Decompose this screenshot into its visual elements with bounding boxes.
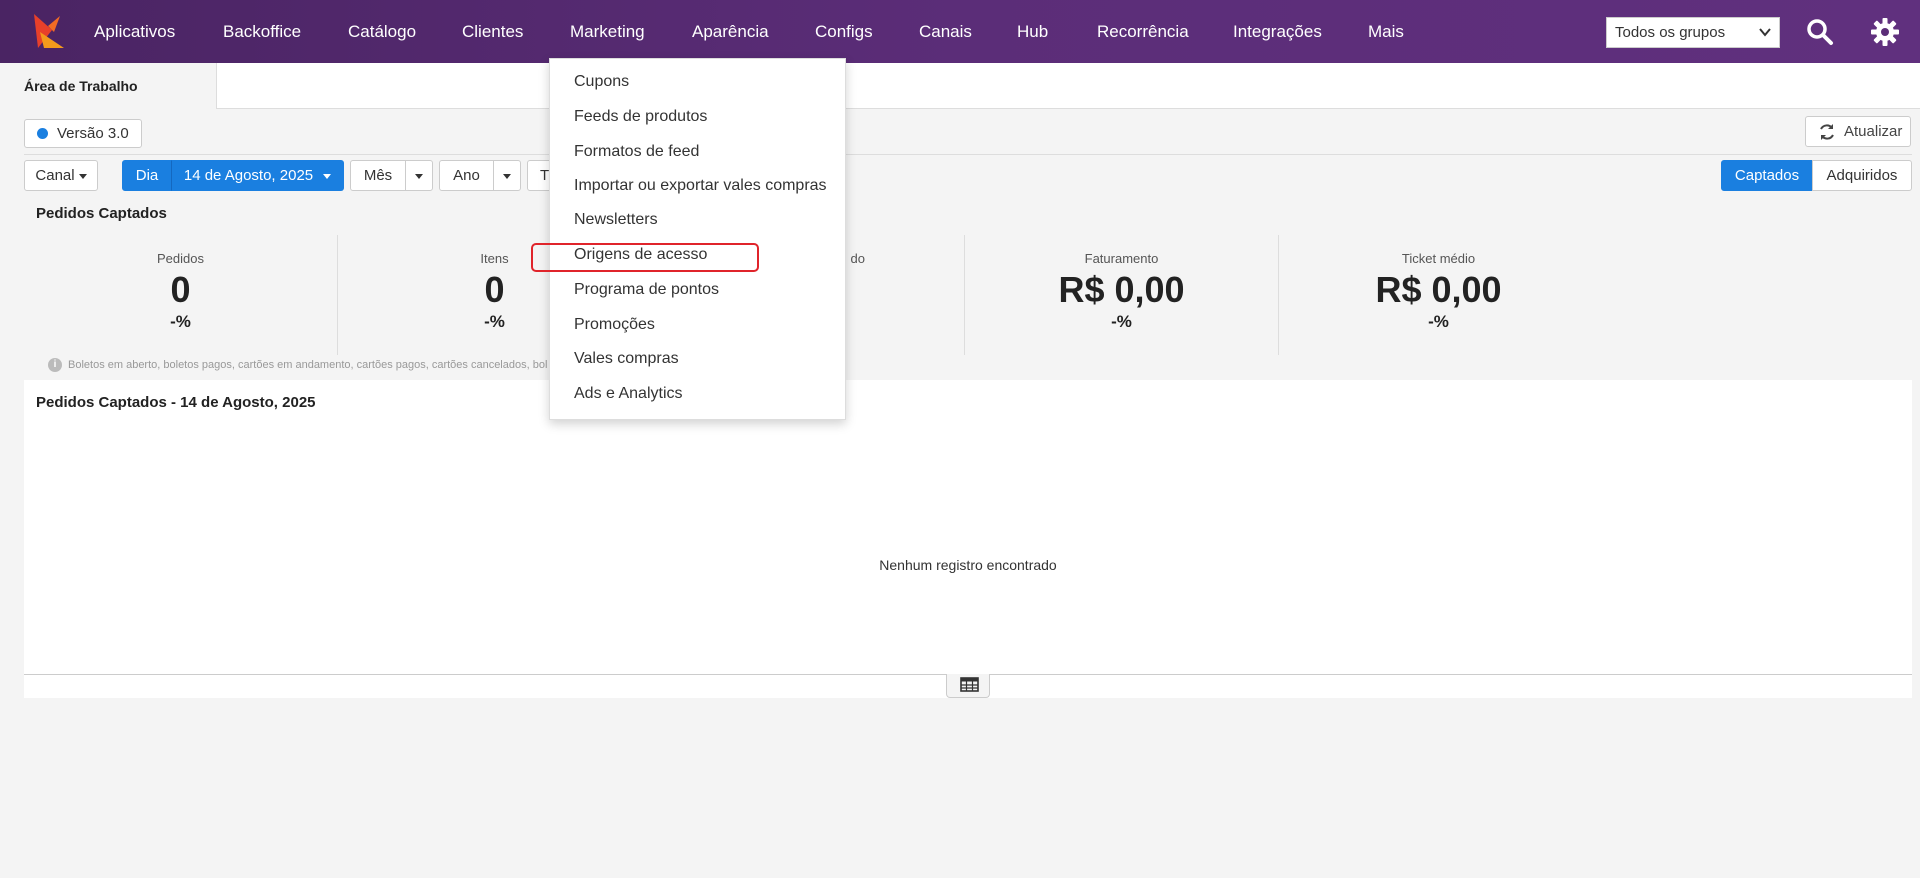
menu-item-programa-de-pontos[interactable]: Programa de pontos	[574, 281, 719, 299]
logo-icon[interactable]	[30, 12, 66, 52]
menu-item-cupons[interactable]: Cupons	[574, 73, 629, 91]
mes-label: Mês	[363, 167, 393, 184]
refresh-icon	[1820, 124, 1834, 140]
date-label: 14 de Agosto, 2025	[183, 167, 314, 184]
ano-button[interactable]: Ano	[439, 160, 494, 191]
canal-dropdown[interactable]: Canal	[24, 160, 98, 191]
table-icon	[960, 677, 979, 692]
divider	[24, 154, 1912, 155]
ano-dropdown-toggle[interactable]	[493, 160, 521, 191]
stat-value: 0	[170, 269, 191, 310]
adquiridos-label: Adquiridos	[1826, 167, 1898, 184]
caret-down-icon	[503, 173, 511, 179]
version-label: Versão 3.0	[57, 125, 129, 142]
gear-icon[interactable]	[1869, 16, 1901, 48]
menu-item-formatos-de-feed[interactable]: Formatos de feed	[574, 143, 699, 161]
captados-label: Captados	[1734, 167, 1800, 184]
group-select-value: Todos os grupos	[1615, 24, 1726, 41]
stat-ticket-medio: Ticket médio R$ 0,00 -%	[1282, 235, 1595, 355]
nav-clientes[interactable]: Clientes	[462, 0, 523, 63]
nav-aplicativos[interactable]: Aplicativos	[94, 0, 175, 63]
canal-label: Canal	[35, 167, 75, 184]
menu-item-feeds-de-produtos[interactable]: Feeds de produtos	[574, 108, 707, 126]
mes-button[interactable]: Mês	[350, 160, 406, 191]
stat-value: R$ 0,00	[1058, 269, 1185, 310]
period-label: T	[540, 167, 550, 184]
menu-item-vales-compras[interactable]: Vales compras	[574, 350, 679, 368]
nav-catalogo[interactable]: Catálogo	[348, 0, 416, 63]
stat-faturamento: Faturamento R$ 0,00 -%	[965, 235, 1278, 355]
refresh-button[interactable]: Atualizar	[1805, 116, 1911, 147]
version-badge[interactable]: Versão 3.0	[24, 119, 142, 148]
table-toggle-button[interactable]	[946, 674, 990, 698]
menu-item-ads-e-analytics[interactable]: Ads e Analytics	[574, 385, 683, 403]
dia-button[interactable]: Dia	[122, 160, 172, 191]
version-dot-icon	[37, 128, 48, 139]
date-picker-button[interactable]: 14 de Agosto, 2025	[171, 160, 344, 191]
caret-down-icon	[78, 173, 87, 179]
info-icon: i	[48, 358, 62, 372]
nav-integracoes[interactable]: Integrações	[1233, 0, 1322, 63]
caret-down-icon	[415, 173, 423, 179]
section-title: Pedidos Captados	[36, 205, 167, 222]
stat-value: R$ 0,00	[1375, 269, 1502, 310]
adquiridos-toggle[interactable]: Adquiridos	[1812, 160, 1912, 191]
panel-title: Pedidos Captados - 14 de Agosto, 2025	[36, 394, 316, 411]
stat-label: Faturamento	[1084, 251, 1159, 266]
nav-aparencia[interactable]: Aparência	[692, 0, 769, 63]
nav-marketing[interactable]: Marketing	[570, 0, 645, 63]
stat-label: Ticket médio	[1401, 251, 1476, 266]
caret-down-icon	[323, 173, 332, 179]
stat-label: Pedidos	[157, 251, 204, 266]
nav-recorrencia[interactable]: Recorrência	[1097, 0, 1189, 63]
menu-item-newsletters[interactable]: Newsletters	[574, 211, 658, 229]
captados-toggle[interactable]: Captados	[1721, 160, 1813, 191]
stat-percent: -%	[1111, 312, 1132, 331]
nav-hub[interactable]: Hub	[1017, 0, 1048, 63]
highlight-annotation	[531, 243, 759, 272]
menu-item-importar-exportar[interactable]: Importar ou exportar vales compras	[574, 177, 827, 195]
group-select[interactable]: Todos os grupos	[1606, 17, 1780, 48]
refresh-label: Atualizar	[1844, 123, 1903, 140]
nav-configs[interactable]: Configs	[815, 0, 873, 63]
stat-pedidos: Pedidos 0 -%	[24, 235, 337, 355]
marketing-dropdown-menu: Cupons Feeds de produtos Formatos de fee…	[549, 58, 846, 420]
nav-mais[interactable]: Mais	[1368, 0, 1404, 63]
menu-item-promocoes[interactable]: Promoções	[574, 316, 655, 334]
info-note: i Boletos em aberto, boletos pagos, cartõ…	[48, 358, 547, 372]
ano-label: Ano	[453, 167, 480, 184]
empty-message: Nenhum registro encontrado	[879, 557, 1057, 573]
tab-area-de-trabalho[interactable]: Área de Trabalho	[0, 63, 217, 109]
top-navbar: Aplicativos Backoffice Catálogo Clientes…	[0, 0, 1920, 63]
nav-canais[interactable]: Canais	[919, 0, 972, 63]
info-note-text: Boletos em aberto, boletos pagos, cartõe…	[68, 358, 548, 371]
nav-backoffice[interactable]: Backoffice	[223, 0, 301, 63]
search-icon[interactable]	[1805, 17, 1835, 47]
dia-label: Dia	[135, 167, 159, 184]
chevron-down-icon	[1759, 28, 1771, 37]
stat-percent: -%	[1428, 312, 1449, 331]
orders-panel: Pedidos Captados - 14 de Agosto, 2025 Ne…	[24, 380, 1912, 698]
stat-percent: -%	[170, 312, 191, 331]
mes-dropdown-toggle[interactable]	[405, 160, 433, 191]
tab-bar: Área de Trabalho	[0, 63, 1920, 109]
stat-divider	[1278, 235, 1279, 355]
